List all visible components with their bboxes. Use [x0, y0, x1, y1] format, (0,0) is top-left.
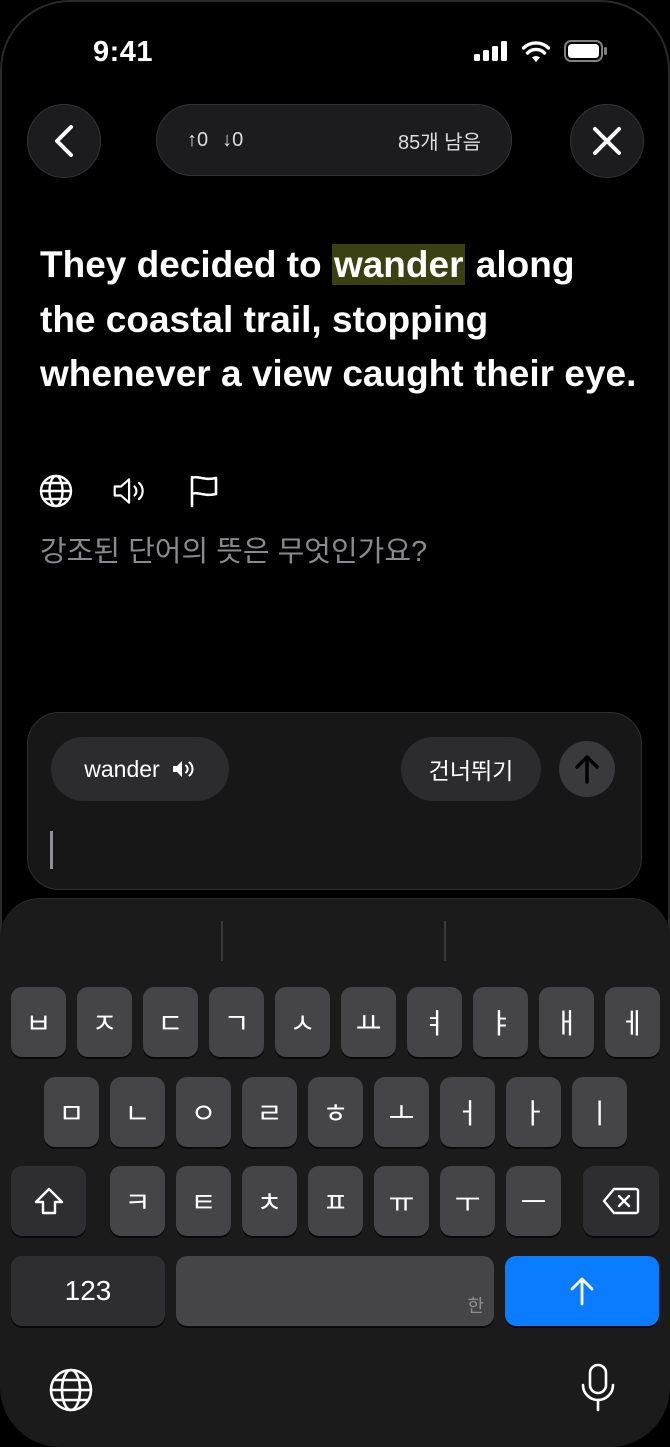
globe-icon	[39, 474, 73, 508]
key-ㅋ[interactable]: ㅋ	[110, 1166, 165, 1236]
keyboard: ㅂㅈㄷㄱㅅㅛㅕㅑㅐㅔㅁㄴㅇㄹㅎㅗㅓㅏㅣㅋㅌㅊㅍㅠㅜㅡ 123 한	[0, 898, 670, 1447]
remaining-count: 85개 남음	[397, 131, 481, 154]
globe-icon	[49, 1368, 93, 1412]
key-ㅗ[interactable]: ㅗ	[374, 1077, 429, 1147]
wifi-icon	[522, 40, 550, 62]
highlighted-word: wander	[331, 244, 466, 285]
chevron-left-icon	[55, 125, 73, 157]
status-time: 9:41	[93, 36, 154, 68]
delete-key[interactable]	[583, 1166, 659, 1236]
translate-button[interactable]	[38, 473, 74, 509]
cellular-signal-icon	[474, 41, 507, 61]
arrow-up-icon	[570, 1277, 594, 1306]
key-ㄹ[interactable]: ㄹ	[242, 1077, 297, 1147]
battery-icon	[564, 40, 607, 62]
numbers-key[interactable]: 123	[11, 1256, 165, 1326]
answer-card: wander 건너뛰기	[27, 712, 642, 890]
report-button[interactable]	[186, 473, 222, 509]
close-icon	[593, 127, 621, 155]
key-ㅛ[interactable]: ㅛ	[341, 987, 396, 1057]
space-key[interactable]: 한	[176, 1256, 494, 1326]
key-ㅇ[interactable]: ㅇ	[176, 1077, 231, 1147]
key-ㅡ[interactable]: ㅡ	[506, 1166, 561, 1236]
key-ㅏ[interactable]: ㅏ	[506, 1077, 561, 1147]
skip-button[interactable]: 건너뛰기	[401, 737, 541, 801]
word-pronounce-chip[interactable]: wander	[51, 737, 229, 801]
key-ㅜ[interactable]: ㅜ	[440, 1166, 495, 1236]
arrow-up-icon	[575, 755, 599, 784]
shift-key[interactable]	[11, 1166, 86, 1236]
key-ㅎ[interactable]: ㅎ	[308, 1077, 363, 1147]
dictation-button[interactable]	[580, 1363, 616, 1418]
key-ㅈ[interactable]: ㅈ	[77, 987, 132, 1057]
suggestion-divider	[444, 921, 446, 961]
key-ㅓ[interactable]: ㅓ	[440, 1077, 495, 1147]
answer-input-caret[interactable]	[50, 831, 53, 869]
key-ㅂ[interactable]: ㅂ	[11, 987, 66, 1057]
key-ㅍ[interactable]: ㅍ	[308, 1166, 363, 1236]
key-ㅁ[interactable]: ㅁ	[44, 1077, 99, 1147]
sentence-before: They decided to	[40, 244, 332, 285]
key-ㅑ[interactable]: ㅑ	[473, 987, 528, 1057]
speaker-icon	[172, 761, 194, 777]
space-language-hint: 한	[467, 1296, 484, 1316]
word-chip-label: wander	[84, 755, 160, 782]
keyboard-language-button[interactable]	[48, 1367, 94, 1418]
key-ㅊ[interactable]: ㅊ	[242, 1166, 297, 1236]
key-ㅕ[interactable]: ㅕ	[407, 987, 462, 1057]
progress-pill: ↑0 ↓0 85개 남음	[156, 104, 512, 176]
key-ㅐ[interactable]: ㅐ	[539, 987, 594, 1057]
status-icons	[474, 40, 608, 62]
key-ㄴ[interactable]: ㄴ	[110, 1077, 165, 1147]
speaker-icon	[113, 478, 144, 504]
down-count: ↓0	[222, 128, 244, 151]
speak-sentence-button[interactable]	[112, 473, 148, 509]
submit-answer-button[interactable]	[559, 741, 615, 797]
example-sentence: They decided to wander along the coastal…	[40, 238, 640, 402]
flag-icon	[190, 475, 218, 508]
return-key[interactable]	[505, 1256, 659, 1326]
key-ㅅ[interactable]: ㅅ	[275, 987, 330, 1057]
back-button[interactable]	[27, 104, 101, 178]
key-ㄱ[interactable]: ㄱ	[209, 987, 264, 1057]
key-ㅔ[interactable]: ㅔ	[605, 987, 660, 1057]
key-ㅠ[interactable]: ㅠ	[374, 1166, 429, 1236]
microphone-icon	[581, 1363, 615, 1412]
key-ㄷ[interactable]: ㄷ	[143, 987, 198, 1057]
key-ㅣ[interactable]: ㅣ	[572, 1077, 627, 1147]
close-button[interactable]	[570, 104, 644, 178]
delete-icon	[602, 1187, 640, 1215]
suggestion-divider	[221, 921, 223, 961]
sentence-tools	[38, 473, 222, 509]
key-ㅌ[interactable]: ㅌ	[176, 1166, 231, 1236]
up-count: ↑0	[187, 128, 209, 151]
question-prompt: 강조된 단어의 뜻은 무엇인가요?	[40, 536, 428, 568]
shift-icon	[34, 1187, 63, 1215]
